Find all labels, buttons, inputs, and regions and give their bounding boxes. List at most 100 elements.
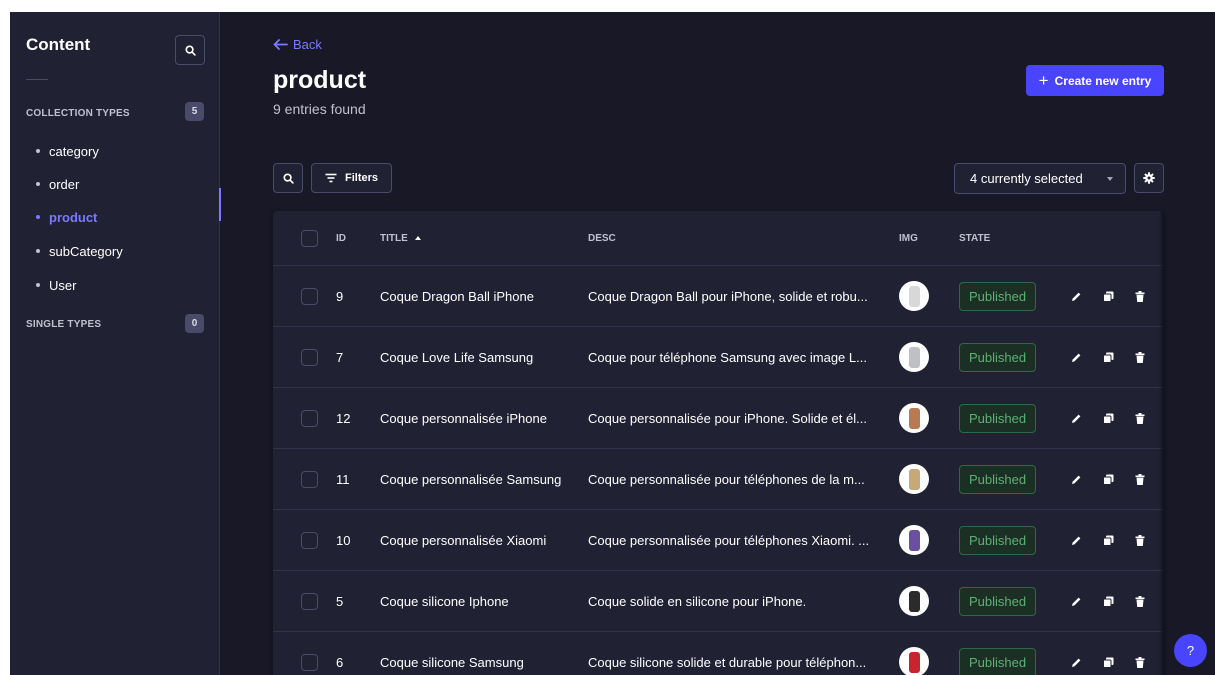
product-thumbnail	[899, 586, 929, 616]
row-id: 11	[336, 471, 350, 487]
edit-button[interactable]	[1068, 349, 1084, 365]
sidebar-item-user[interactable]: User	[10, 270, 220, 300]
table-row[interactable]: 12 Coque personnalisée iPhone Coque pers…	[273, 388, 1164, 449]
product-thumbnail	[899, 647, 929, 675]
row-select-cell	[301, 266, 318, 326]
duplicate-icon	[1102, 474, 1113, 485]
edit-button[interactable]	[1068, 593, 1084, 609]
page-title: product	[273, 66, 367, 94]
row-state-cell: Published	[959, 388, 1037, 448]
sidebar-item-order[interactable]: order	[10, 169, 220, 199]
status-badge: Published	[959, 281, 1037, 311]
table-row[interactable]: 5 Coque silicone Iphone Coque solide en …	[273, 571, 1164, 632]
sidebar-item-product[interactable]: product	[10, 188, 221, 232]
table-search-button[interactable]	[273, 163, 303, 193]
duplicate-button[interactable]	[1100, 532, 1116, 548]
row-title: Coque silicone Iphone	[380, 593, 509, 609]
caret-down-icon	[1107, 177, 1113, 181]
edit-button[interactable]	[1068, 654, 1084, 670]
delete-button[interactable]	[1132, 654, 1148, 670]
select-all-checkbox[interactable]	[301, 229, 318, 247]
bullet-icon	[36, 149, 40, 153]
bullet-icon	[36, 283, 40, 287]
table-row[interactable]: 11 Coque personnalisée Samsung Coque per…	[273, 449, 1164, 510]
table-row[interactable]: 6 Coque silicone Samsung Coque silicone …	[273, 632, 1164, 675]
status-badge: Published	[959, 647, 1037, 675]
trash-icon	[1135, 595, 1145, 607]
row-checkbox[interactable]	[301, 348, 318, 366]
edit-button[interactable]	[1068, 471, 1084, 487]
row-actions	[1068, 388, 1164, 448]
sidebar-search-button[interactable]	[175, 35, 205, 65]
columns-select[interactable]: 4 currently selected	[954, 163, 1126, 194]
row-title: Coque personnalisée Xiaomi	[380, 532, 547, 548]
row-id: 7	[336, 349, 344, 365]
sidebar-item-subcategory[interactable]: subCategory	[10, 236, 220, 266]
duplicate-button[interactable]	[1100, 654, 1116, 670]
select-all-cell	[301, 211, 318, 265]
back-link[interactable]: Back	[273, 37, 322, 52]
pencil-icon	[1071, 353, 1080, 362]
single-types-heading: SINGLE TYPES	[26, 319, 102, 330]
row-actions	[1068, 266, 1164, 326]
row-image-cell	[899, 266, 929, 326]
sidebar-item-label: User	[49, 277, 77, 293]
table-row[interactable]: 7 Coque Love Life Samsung Coque pour tél…	[273, 327, 1164, 388]
row-desc: Coque silicone solide et durable pour té…	[588, 654, 867, 670]
row-desc: Coque Dragon Ball pour iPhone, solide et…	[588, 288, 868, 304]
status-badge: Published	[959, 464, 1037, 494]
row-checkbox[interactable]	[301, 592, 318, 610]
sidebar-divider	[26, 79, 48, 80]
delete-button[interactable]	[1132, 593, 1148, 609]
row-checkbox[interactable]	[301, 653, 318, 671]
row-state-cell: Published	[959, 571, 1037, 631]
column-header-desc[interactable]: DESC	[588, 211, 616, 265]
row-state-cell: Published	[959, 510, 1037, 570]
row-desc: Coque solide en silicone pour iPhone.	[588, 593, 807, 609]
gear-icon	[1143, 172, 1155, 184]
help-button[interactable]: ?	[1174, 634, 1207, 667]
plus-icon: +	[1038, 71, 1049, 90]
table-row[interactable]: 9 Coque Dragon Ball iPhone Coque Dragon …	[273, 266, 1164, 327]
filter-icon	[325, 173, 337, 183]
duplicate-icon	[1102, 657, 1113, 668]
table-settings-button[interactable]	[1134, 163, 1164, 193]
row-actions	[1068, 510, 1164, 570]
row-checkbox[interactable]	[301, 470, 318, 488]
duplicate-button[interactable]	[1100, 471, 1116, 487]
row-select-cell	[301, 632, 318, 675]
duplicate-button[interactable]	[1100, 349, 1116, 365]
duplicate-button[interactable]	[1100, 593, 1116, 609]
row-title: Coque silicone Samsung	[380, 654, 524, 670]
duplicate-button[interactable]	[1100, 410, 1116, 426]
column-header-id[interactable]: ID	[336, 211, 346, 265]
row-checkbox[interactable]	[301, 531, 318, 549]
sort-ascending-icon	[414, 236, 421, 240]
row-desc: Coque pour téléphone Samsung avec image …	[588, 349, 867, 365]
collection-types-count: 5	[185, 102, 204, 121]
column-header-title[interactable]: TITLE	[380, 211, 421, 265]
delete-button[interactable]	[1132, 349, 1148, 365]
edit-button[interactable]	[1068, 410, 1084, 426]
table-header-row: ID TITLE DESC IMG STATE	[273, 211, 1164, 266]
product-thumbnail	[899, 464, 929, 494]
delete-button[interactable]	[1132, 471, 1148, 487]
product-thumbnail	[899, 525, 929, 555]
entries-table: ID TITLE DESC IMG STATE 9 Coque Dragon B…	[273, 211, 1164, 675]
row-select-cell	[301, 327, 318, 387]
create-new-entry-button[interactable]: + Create new entry	[1026, 65, 1164, 96]
row-checkbox[interactable]	[301, 409, 318, 427]
sidebar-item-category[interactable]: category	[10, 136, 220, 166]
row-checkbox[interactable]	[301, 287, 318, 305]
table-row[interactable]: 10 Coque personnalisée Xiaomi Coque pers…	[273, 510, 1164, 571]
duplicate-button[interactable]	[1100, 288, 1116, 304]
delete-button[interactable]	[1132, 410, 1148, 426]
delete-button[interactable]	[1132, 532, 1148, 548]
row-id: 10	[336, 532, 351, 548]
edit-button[interactable]	[1068, 288, 1084, 304]
bullet-icon	[36, 182, 40, 186]
filters-button[interactable]: Filters	[311, 163, 392, 193]
delete-button[interactable]	[1132, 288, 1148, 304]
edit-button[interactable]	[1068, 532, 1084, 548]
row-actions	[1068, 571, 1164, 631]
